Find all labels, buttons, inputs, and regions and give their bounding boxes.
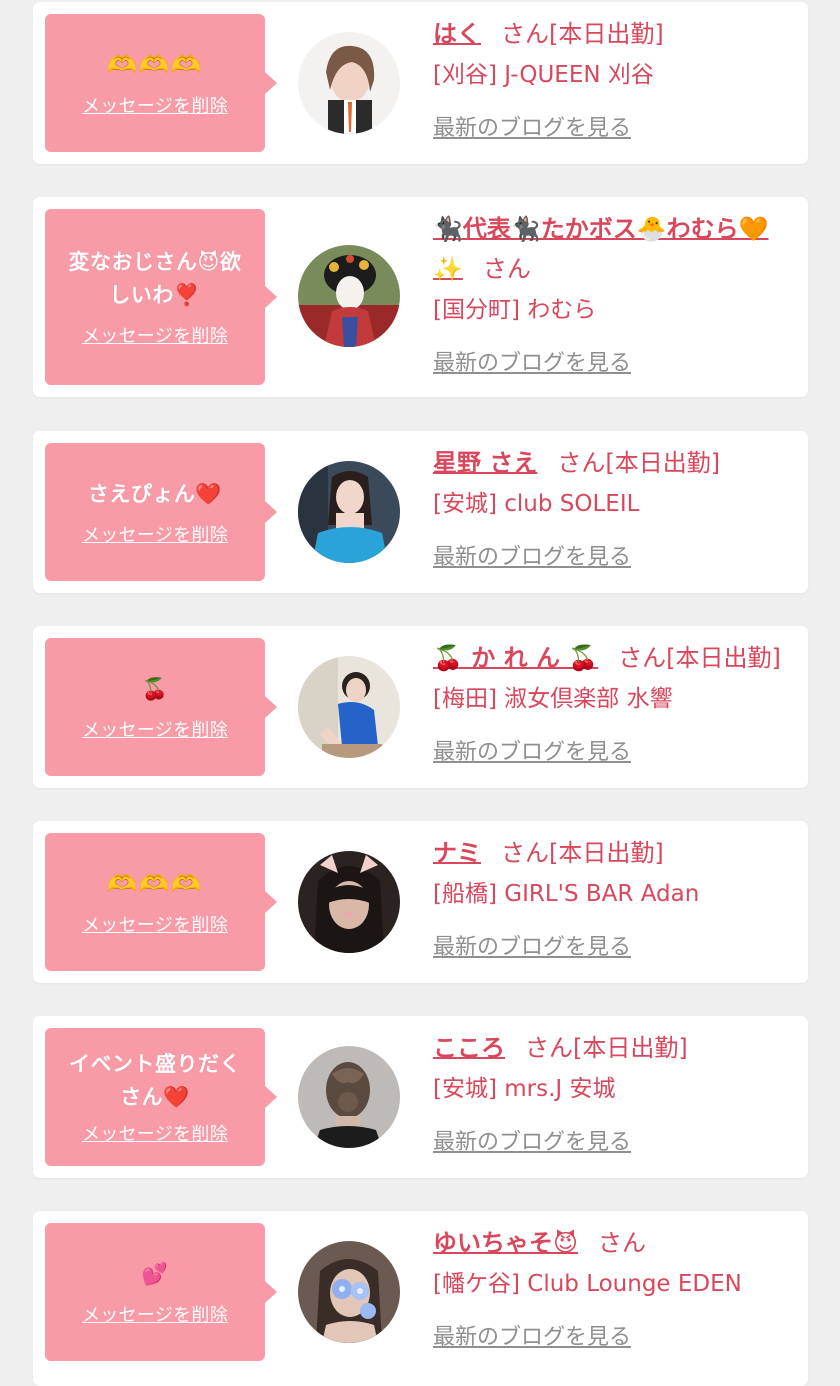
avatar[interactable] (298, 656, 400, 758)
delete-message-link[interactable]: メッセージを削除 (82, 1301, 228, 1327)
delete-message-link[interactable]: メッセージを削除 (82, 322, 228, 348)
profile-name-link[interactable]: ナミ (433, 839, 481, 867)
name-suffix: さん[本日出勤] (618, 644, 781, 672)
name-suffix: さん[本日出勤] (501, 20, 664, 48)
delete-message-link[interactable]: メッセージを削除 (82, 92, 228, 118)
entry-info: 🍒 か れ ん 🍒 さん[本日出勤] [梅田] 淑女倶楽部 水響 最新のブログを見… (433, 638, 794, 766)
message-bubble: 💕 メッセージを削除 (45, 1223, 277, 1361)
message-bubble: 🫶🫶🫶 メッセージを削除 (45, 14, 277, 152)
message-bubble: 🫶🫶🫶 メッセージを削除 (45, 833, 277, 971)
avatar[interactable] (298, 32, 400, 134)
list-item: さえぴょん❤️ メッセージを削除 星野 さえ さん[本日出勤] [安城] club… (33, 431, 808, 593)
shop-name: [安城] mrs.J 安城 (433, 1076, 616, 1102)
list-item: 💕 メッセージを削除 ゆいちゃそ😈 さん [幡ケ谷] Club Lounge ED… (33, 1211, 808, 1386)
delete-message-link[interactable]: メッセージを削除 (82, 911, 228, 937)
list-item: イベント盛りだくさん❤️ メッセージを削除 こころ さん[本日出勤] [安城] m… (33, 1016, 808, 1178)
delete-message-link[interactable]: メッセージを削除 (82, 1120, 228, 1146)
list-item: 🍒 メッセージを削除 🍒 か れ ん 🍒 さん[本日出勤] [梅田] 淑女倶楽部 … (33, 626, 808, 788)
name-line: ゆいちゃそ😈 さん (433, 1223, 794, 1263)
profile-name-link[interactable]: こころ (433, 1034, 505, 1062)
message-bubble: さえぴょん❤️ メッセージを削除 (45, 443, 277, 581)
avatar[interactable] (298, 245, 400, 347)
shop-name: [安城] club SOLEIL (433, 491, 640, 517)
message-text: さえぴょん❤️ (87, 481, 223, 506)
profile-name-link[interactable]: ゆいちゃそ😈 (433, 1229, 578, 1257)
delete-message-link[interactable]: メッセージを削除 (82, 521, 228, 547)
message-text: 変なおじさん😈欲しいわ❣️ (68, 250, 242, 307)
latest-blog-link[interactable]: 最新のブログを見る (433, 734, 631, 766)
profile-name-link[interactable]: 星野 さえ (433, 449, 537, 477)
message-bubble: 🍒 メッセージを削除 (45, 638, 277, 776)
name-line: ナミ さん[本日出勤] (433, 833, 794, 873)
name-line: 🍒 か れ ん 🍒 さん[本日出勤] (433, 638, 794, 678)
list-item: 変なおじさん😈欲しいわ❣️ メッセージを削除 🐈‍⬛代表🐈‍⬛たかボス🐣わむら🧡… (33, 197, 808, 397)
name-suffix: さん[本日出勤] (557, 449, 721, 477)
profile-name-link[interactable]: はく (433, 20, 481, 48)
profile-name-link[interactable]: 🍒 か れ ん 🍒 (433, 644, 598, 672)
entry-info: ゆいちゃそ😈 さん [幡ケ谷] Club Lounge EDEN 最新のブログを見… (433, 1223, 794, 1351)
avatar[interactable] (298, 851, 400, 953)
message-text: 🍒 (141, 676, 169, 701)
entry-info: はく さん[本日出勤] [刈谷] J-QUEEN 刈谷 最新のブログを見る (433, 14, 794, 142)
entry-info: 🐈‍⬛代表🐈‍⬛たかボス🐣わむら🧡✨ さん [国分町] わむら 最新のブログを見る (433, 209, 794, 377)
entry-info: 星野 さえ さん[本日出勤] [安城] club SOLEIL 最新のブログを見る (433, 443, 794, 571)
name-line: 星野 さえ さん[本日出勤] (433, 443, 794, 483)
latest-blog-link[interactable]: 最新のブログを見る (433, 345, 631, 377)
latest-blog-link[interactable]: 最新のブログを見る (433, 539, 631, 571)
entry-info: ナミ さん[本日出勤] [船橋] GIRL'S BAR Adan 最新のブログを見… (433, 833, 794, 961)
shop-name: [刈谷] J-QUEEN 刈谷 (433, 62, 654, 88)
entry-info: こころ さん[本日出勤] [安城] mrs.J 安城 最新のブログを見る (433, 1028, 794, 1156)
avatar[interactable] (298, 461, 400, 563)
name-suffix: さん[本日出勤] (501, 839, 664, 867)
latest-blog-link[interactable]: 最新のブログを見る (433, 1319, 631, 1351)
message-text: 🫶🫶🫶 (107, 869, 203, 898)
shop-name: [国分町] わむら (433, 297, 597, 323)
name-line: 🐈‍⬛代表🐈‍⬛たかボス🐣わむら🧡✨ さん (433, 209, 793, 289)
list-item: 🫶🫶🫶 メッセージを削除 ナミ さん[本日出勤] [船橋] GIRL'S BAR … (33, 821, 808, 983)
avatar[interactable] (298, 1241, 400, 1343)
latest-blog-link[interactable]: 最新のブログを見る (433, 1124, 631, 1156)
message-text: 🫶🫶🫶 (107, 50, 203, 79)
avatar[interactable] (298, 1046, 400, 1148)
latest-blog-link[interactable]: 最新のブログを見る (433, 929, 631, 961)
name-line: はく さん[本日出勤] (433, 14, 794, 54)
name-suffix: さん[本日出勤] (525, 1034, 688, 1062)
shop-name: [梅田] 淑女倶楽部 水響 (433, 686, 673, 712)
shop-name: [幡ケ谷] Club Lounge EDEN (433, 1271, 742, 1297)
delete-message-link[interactable]: メッセージを削除 (82, 716, 228, 742)
message-bubble: 変なおじさん😈欲しいわ❣️ メッセージを削除 (45, 209, 277, 385)
name-suffix: さん (598, 1229, 647, 1257)
list-item: 🫶🫶🫶 メッセージを削除 はく さん[本日出勤] [刈谷] J-QUEEN 刈谷 … (33, 2, 808, 164)
message-text: 💕 (141, 1261, 169, 1286)
name-line: こころ さん[本日出勤] (433, 1028, 794, 1068)
name-suffix: さん (482, 255, 531, 283)
message-text: イベント盛りだくさん❤️ (69, 1052, 241, 1109)
message-bubble: イベント盛りだくさん❤️ メッセージを削除 (45, 1028, 277, 1166)
shop-name: [船橋] GIRL'S BAR Adan (433, 881, 700, 907)
latest-blog-link[interactable]: 最新のブログを見る (433, 110, 631, 142)
